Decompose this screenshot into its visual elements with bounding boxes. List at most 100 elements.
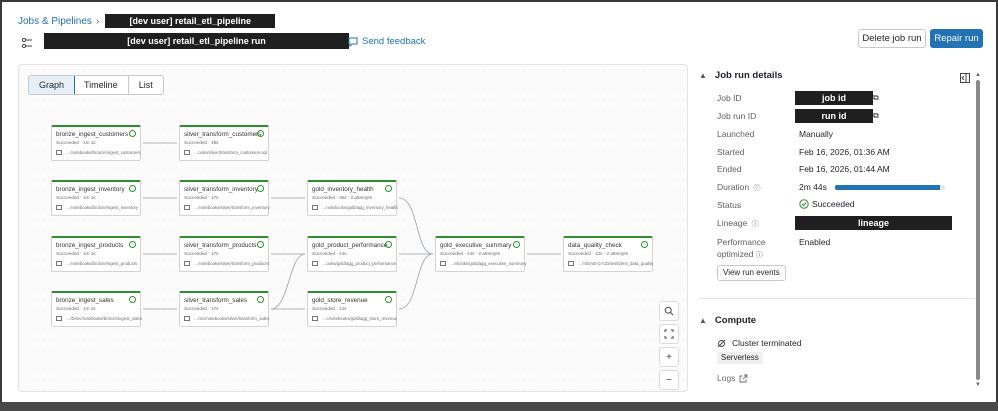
job-run-details-header[interactable]: ▲ Job run details [699,70,783,81]
ended-label: Ended [717,164,742,174]
task-path-text: …notebooks/gold/agg_inventory_health [322,205,398,210]
folder-icon [312,316,318,321]
success-check-icon [641,241,648,248]
status-label: Status [717,200,742,210]
dependency-edges [143,142,561,310]
sidebar-scrollbar[interactable]: ▲ ▼ [974,72,982,390]
task-node-bronze-ingest-sales[interactable]: bronze_ingest_sales Succeeded · 1m 1s …/… [51,291,142,327]
delete-job-run-button[interactable]: Delete job run [858,29,926,48]
run-id-label: Job run ID [717,111,757,121]
copy-icon[interactable]: ⧉ [873,111,879,121]
task-node-silver-transform-products[interactable]: silver_transform_products Succeeded · 17… [179,236,269,272]
section-title: Compute [714,315,757,326]
breadcrumb-jobs-link[interactable]: Jobs & Pipelines [18,16,92,27]
repair-run-button[interactable]: Repair run [930,29,983,48]
cluster-off-icon [717,339,726,347]
task-name: silver_transform_customers [184,131,262,138]
task-status: Succeeded · 12s · 2 attempts [568,251,629,256]
performance-label-line1: Performance [717,237,766,247]
success-check-icon [385,185,392,192]
folder-icon [312,261,318,266]
scroll-up-icon[interactable]: ▲ [975,72,981,78]
task-path: …/src/notebooks/silver/transform_sales [184,316,269,321]
task-node-silver-transform-inventory[interactable]: silver_transform_inventory Succeeded · 1… [179,180,270,216]
folder-icon [312,205,318,210]
success-check-icon [129,185,136,192]
folder-icon [184,316,190,321]
performance-label: Performance optimized ⓘ [717,236,766,262]
performance-label-line2: optimized ⓘ [717,248,766,262]
task-status: Succeeded · 14s [312,251,347,256]
task-name: gold_product_performance [312,242,388,249]
zoom-out-icon[interactable]: − [659,370,679,390]
chevron-up-icon: ▲ [699,316,707,325]
chevron-right-icon: › [95,15,100,27]
task-node-gold-inventory-health[interactable]: gold_inventory_health Succeeded · 35s · … [307,180,398,216]
task-node-gold-executive-summary[interactable]: gold_executive_summary Succeeded · 14s ·… [435,236,526,272]
view-run-events-button[interactable]: View run events [717,265,786,281]
zoom-in-icon[interactable]: + [659,347,679,367]
task-node-bronze-ingest-products[interactable]: bronze_ingest_products Succeeded · 1m 1s… [51,236,141,272]
task-path: …m/DAB-CI-CD/tests/test_data_quality [568,261,653,266]
compute-header[interactable]: ▲ Compute [699,315,756,326]
external-link-icon [739,374,748,382]
task-name: bronze_ingest_sales [56,297,114,304]
cluster-status: Cluster terminated [717,338,801,348]
success-check-icon [257,130,264,137]
task-status: Succeeded · 17s [184,306,219,311]
status-text: Succeeded [812,199,855,209]
folder-icon [184,205,190,210]
success-check-icon [257,241,264,248]
logs-link[interactable]: Logs [717,373,748,383]
fit-view-icon[interactable] [659,324,679,344]
success-check-icon [129,296,136,303]
task-name: bronze_ingest_customers [56,131,129,138]
task-node-bronze-ingest-inventory[interactable]: bronze_ingest_inventory Succeeded · 1m 1… [51,180,141,216]
task-node-silver-transform-customers[interactable]: silver_transform_customers Succeeded · 1… [179,125,269,161]
info-icon[interactable]: ⓘ [752,221,759,228]
performance-label-line2-text: optimized [717,249,754,259]
task-node-gold-product-performance[interactable]: gold_product_performance Succeeded · 14s… [307,236,397,272]
task-status: Succeeded · 1m 1s [56,195,96,200]
copy-icon[interactable]: ⧉ [873,93,879,103]
ended-value: Feb 16, 2026, 01:44 AM [799,164,890,174]
breadcrumb-job-name[interactable]: [dev user] retail_etl_pipeline [105,14,276,28]
task-status: Succeeded · 17s [184,251,219,256]
task-status: Succeeded · 18s [184,140,219,145]
started-value: Feb 16, 2026, 01:36 AM [799,147,890,157]
task-node-bronze-ingest-customers[interactable]: bronze_ingest_customers Succeeded · 1m 1… [51,125,141,161]
task-path: …c/notebooks/gold/agg_store_revenue [312,316,397,321]
info-icon[interactable]: ⓘ [756,252,763,259]
lineage-value[interactable]: lineage [795,216,952,230]
task-path: …/notebooks/silver/transform_inventory [184,205,270,210]
task-path-text: …/src/notebooks/silver/transform_sales [194,316,270,321]
duration-value: 2m 44s [799,182,827,192]
task-status: Succeeded · 35s · 3 attempts [312,195,373,200]
scroll-down-icon[interactable]: ▼ [975,382,981,388]
info-icon[interactable]: ⓘ [754,185,761,192]
success-check-icon [257,296,264,303]
task-path-text: …/D/src/notebooks/bronze/ingest_sales [66,316,142,321]
task-path-text: …m/DAB-CI-CD/tests/test_data_quality [578,261,654,266]
cluster-status-text: Cluster terminated [732,338,802,348]
launched-label: Launched [717,129,755,139]
folder-icon [568,261,574,266]
task-node-data-quality-check[interactable]: data_quality_check Succeeded · 12s · 2 a… [563,236,653,272]
run-type-icon[interactable] [18,34,36,52]
scroll-thumb[interactable] [976,80,980,380]
task-node-gold-store-revenue[interactable]: gold_store_revenue Succeeded · 14s …c/no… [307,291,397,327]
edge-silver-sales-gold-performance [270,253,306,310]
task-node-silver-transform-sales[interactable]: silver_transform_sales Succeeded · 17s …… [179,291,269,327]
task-name: silver_transform_inventory [184,186,258,193]
started-label: Started [717,147,745,157]
section-divider [699,298,975,299]
send-feedback-link[interactable]: Send feedback [348,36,425,47]
task-status: Succeeded · 1m 1s [56,306,96,311]
collapse-panel-icon[interactable] [960,70,970,83]
search-icon[interactable] [659,301,679,321]
success-check-icon [385,296,392,303]
success-check-icon [385,241,392,248]
status-value: Succeeded [799,199,855,209]
duration-label-text: Duration [717,182,750,192]
task-name: gold_executive_summary [440,242,512,249]
